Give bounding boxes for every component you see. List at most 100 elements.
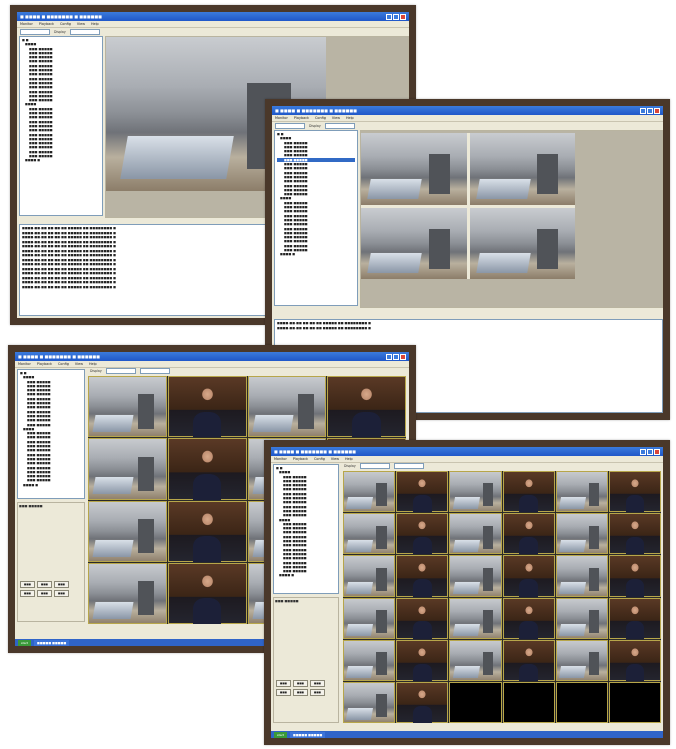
start-button[interactable]: start [18, 639, 31, 646]
camera-view[interactable] [396, 471, 449, 513]
maximize-button[interactable] [647, 107, 653, 114]
camera-view[interactable] [449, 471, 502, 513]
tree-node[interactable]: ■■■■ ■ [276, 573, 336, 577]
maximize-button[interactable] [393, 13, 399, 20]
camera-tree[interactable]: ■ ■ ■■■■ ■■■ ■■■■■ ■■■ ■■■■■ ■■■ ■■■■■ ■… [19, 36, 103, 216]
menu-item[interactable]: View [332, 115, 340, 121]
camera-view[interactable] [327, 376, 406, 438]
close-button[interactable] [654, 107, 660, 114]
camera-view[interactable] [555, 555, 608, 597]
menu-item[interactable]: Help [346, 115, 354, 121]
camera-view[interactable] [555, 639, 608, 681]
tree-node[interactable]: ■■■■ ■ [277, 252, 355, 256]
camera-view[interactable] [608, 471, 661, 513]
layout-select[interactable] [359, 462, 390, 469]
layout-select[interactable] [69, 28, 100, 35]
camera-view[interactable] [502, 513, 555, 555]
camera-select[interactable] [20, 28, 50, 35]
camera-select[interactable] [139, 367, 170, 374]
menu-item[interactable]: View [331, 456, 339, 462]
empty-camera-slot[interactable] [502, 681, 555, 723]
taskbar-item[interactable]: ■■■■■ ■■■■■ [34, 639, 70, 646]
menu-item[interactable]: Monitor [275, 115, 288, 121]
camera-view[interactable] [343, 471, 396, 513]
menu-item[interactable]: Monitor [18, 361, 31, 367]
ptz-button[interactable]: ■■■ [310, 680, 325, 687]
ptz-button[interactable]: ■■■ [293, 689, 308, 696]
tree-node[interactable]: ■■■■ ■ [22, 158, 100, 162]
camera-view[interactable] [247, 376, 327, 438]
tree-node[interactable]: ■■■■ ■ [20, 483, 82, 487]
camera-view[interactable] [449, 513, 502, 555]
camera-tree[interactable]: ■ ■ ■■■■ ■■■ ■■■■■ ■■■ ■■■■■ ■■■ ■■■■■ ■… [17, 369, 85, 499]
taskbar-item[interactable]: ■■■■■ ■■■■■ [290, 731, 326, 738]
camera-select[interactable] [275, 122, 305, 129]
minimize-button[interactable] [640, 107, 646, 114]
camera-view[interactable] [88, 438, 167, 500]
camera-view[interactable] [88, 376, 167, 438]
camera-view[interactable] [88, 562, 167, 624]
close-button[interactable] [400, 353, 406, 360]
camera-view[interactable] [167, 438, 247, 500]
camera-view[interactable] [469, 133, 575, 205]
ptz-button[interactable]: ■■■ [276, 680, 291, 687]
ptz-button[interactable]: ■■■ [20, 581, 35, 588]
camera-view[interactable] [343, 681, 396, 723]
camera-view[interactable] [449, 639, 502, 681]
camera-view[interactable] [167, 562, 247, 624]
camera-view[interactable] [343, 597, 396, 639]
layout-select[interactable] [324, 122, 355, 129]
ptz-button[interactable]: ■■■ [54, 581, 69, 588]
start-button[interactable]: start [274, 731, 287, 738]
menu-item[interactable]: View [75, 361, 83, 367]
menu-item[interactable]: View [77, 21, 85, 27]
camera-view[interactable] [555, 513, 608, 555]
camera-view[interactable] [167, 500, 247, 562]
menu-item[interactable]: Monitor [20, 21, 33, 27]
camera-view[interactable] [343, 639, 396, 681]
close-button[interactable] [654, 448, 660, 455]
minimize-button[interactable] [640, 448, 646, 455]
empty-camera-slot[interactable] [449, 681, 502, 723]
camera-view[interactable] [502, 597, 555, 639]
ptz-button[interactable]: ■■■ [293, 680, 308, 687]
minimize-button[interactable] [386, 13, 392, 20]
maximize-button[interactable] [393, 353, 399, 360]
close-button[interactable] [400, 13, 406, 20]
ptz-button[interactable]: ■■■ [20, 590, 35, 597]
ptz-button[interactable]: ■■■ [54, 590, 69, 597]
camera-view[interactable] [502, 639, 555, 681]
ptz-button[interactable]: ■■■ [310, 689, 325, 696]
menu-item[interactable]: Playback [37, 361, 52, 367]
ptz-button[interactable]: ■■■ [37, 590, 52, 597]
ptz-button[interactable]: ■■■ [276, 689, 291, 696]
empty-camera-slot[interactable] [608, 681, 661, 723]
camera-view[interactable] [343, 555, 396, 597]
camera-select[interactable] [393, 462, 424, 469]
camera-view[interactable] [88, 500, 167, 562]
menu-item[interactable]: Playback [294, 115, 309, 121]
menu-item[interactable]: Config [60, 21, 71, 27]
camera-view[interactable] [343, 513, 396, 555]
camera-view[interactable] [555, 471, 608, 513]
camera-view[interactable] [396, 681, 449, 723]
camera-view[interactable] [608, 639, 661, 681]
camera-tree[interactable]: ■ ■ ■■■■ ■■■ ■■■■■ ■■■ ■■■■■ ■■■ ■■■■■ ■… [274, 130, 358, 306]
camera-view[interactable] [555, 597, 608, 639]
minimize-button[interactable] [386, 353, 392, 360]
camera-view[interactable] [167, 376, 247, 438]
camera-view[interactable] [449, 597, 502, 639]
camera-view[interactable] [396, 639, 449, 681]
menu-item[interactable]: Config [314, 456, 325, 462]
menu-item[interactable]: Monitor [274, 456, 287, 462]
camera-view[interactable] [361, 133, 467, 205]
camera-view[interactable] [608, 597, 661, 639]
camera-view[interactable] [396, 597, 449, 639]
menu-item[interactable]: Config [315, 115, 326, 121]
ptz-button[interactable]: ■■■ [37, 581, 52, 588]
camera-view[interactable] [396, 513, 449, 555]
maximize-button[interactable] [647, 448, 653, 455]
menu-item[interactable]: Playback [293, 456, 308, 462]
camera-view[interactable] [502, 555, 555, 597]
empty-camera-slot[interactable] [555, 681, 608, 723]
